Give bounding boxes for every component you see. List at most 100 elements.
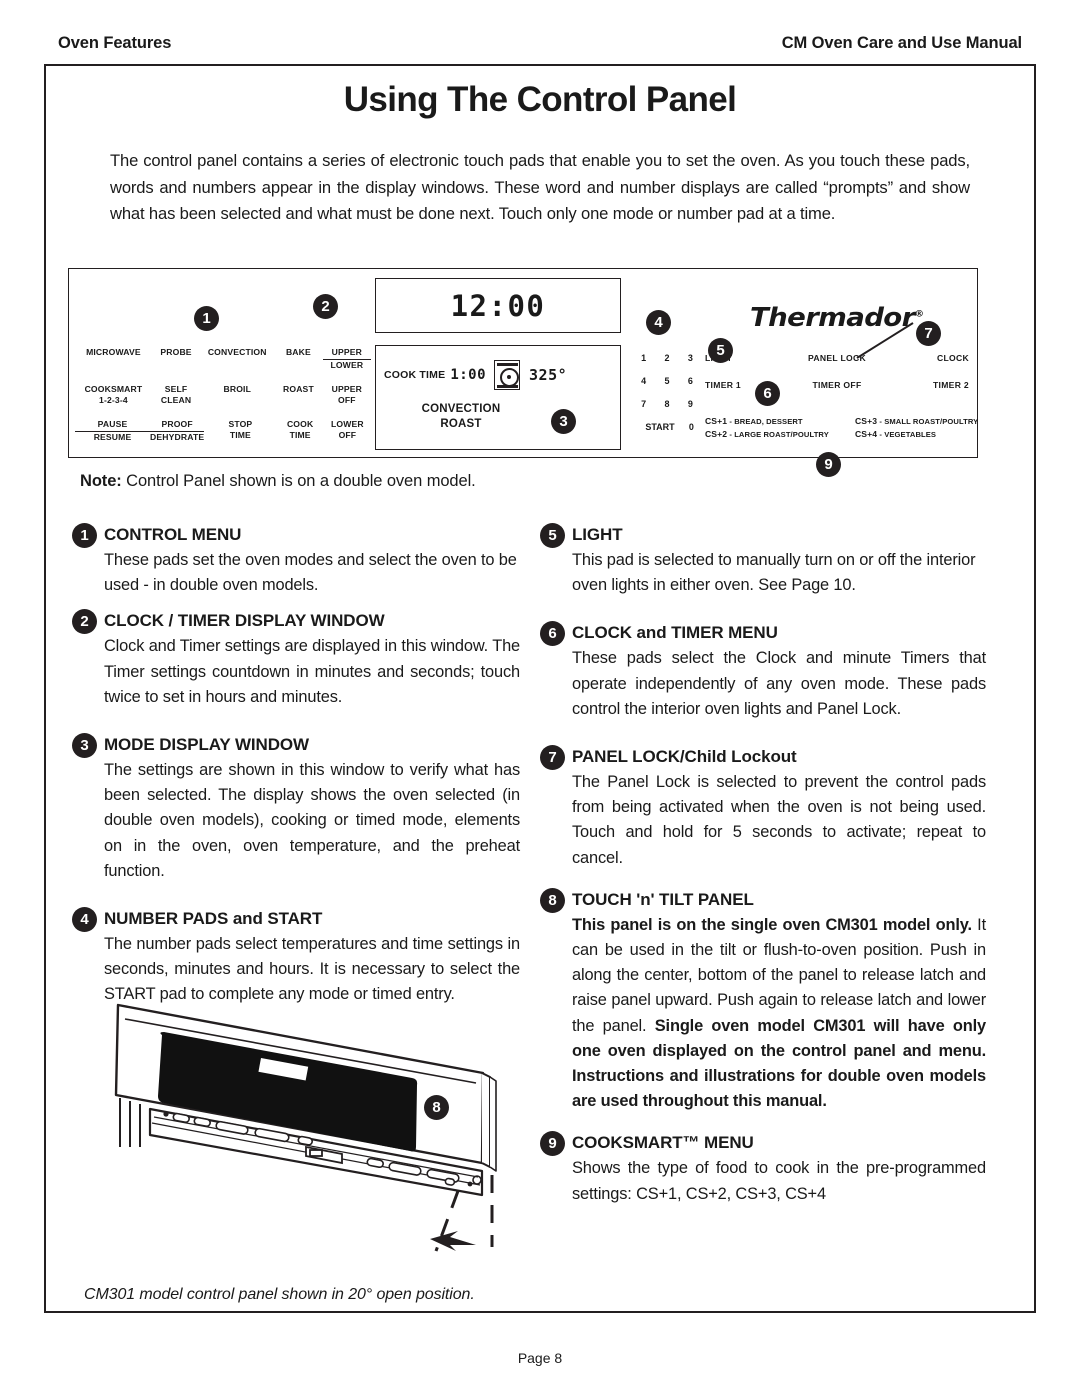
callout-badge-3: 3 (551, 409, 576, 434)
clock-timer-pads: LIGHT PANEL LOCK CLOCK TIMER 1 TIMER OFF… (705, 353, 969, 407)
num-1: 1 (641, 353, 647, 363)
list-item-5: 5 LIGHT This pad is selected to manually… (540, 522, 986, 598)
item-heading-touch-n-tilt: TOUCH 'n' TILT PANEL (572, 889, 754, 909)
pad-row: COOKSMART 1-2-3-4 SELF CLEAN BROIL ROAST … (75, 384, 371, 407)
num-5: 5 (664, 376, 670, 386)
touch-tilt-bold-lead: This panel is on the single oven CM301 m… (572, 915, 972, 934)
item-badge-9: 9 (540, 1131, 565, 1157)
callout-badge-1: 1 (194, 306, 219, 331)
figure-caption: CM301 model control panel shown in 20° o… (84, 1286, 475, 1303)
right-column: 5 LIGHT This pad is selected to manually… (540, 522, 986, 1209)
note-text: Control Panel shown is on a double oven … (121, 472, 476, 490)
item-body-clock-timer-display: Clock and Timer settings are displayed i… (104, 637, 520, 706)
pad-self-clean: SELF CLEAN (160, 383, 192, 406)
callout-badge-4: 4 (646, 310, 671, 335)
list-item-4: 4 NUMBER PADS and START The number pads … (72, 906, 520, 1008)
running-header: Oven Features CM Oven Care and Use Manua… (58, 34, 1022, 53)
pad-convection: CONVECTION (207, 347, 267, 357)
panel-note: Note: Control Panel shown is on a double… (80, 472, 476, 491)
item-badge-1: 1 (72, 523, 97, 548)
callout-badge-5: 5 (708, 338, 733, 363)
pad-cooksmart: COOKSMART 1-2-3-4 (84, 383, 143, 406)
cs-legend-line: CS+3 - SMALL ROAST/POULTRY (855, 416, 979, 426)
pad-proof-dehydrate: PROOF DEHYDRATE (150, 418, 205, 442)
pad-timer-2: TIMER 2 (932, 380, 969, 390)
item-badge-3: 3 (72, 733, 97, 759)
cs-legend-line: CS+2 - LARGE ROAST/POULTRY (705, 429, 829, 439)
item-heading-light: LIGHT (572, 525, 623, 544)
item-badge-8: 8 (540, 887, 565, 913)
numpad-row: START 0 (632, 422, 702, 432)
pad-lower-off: LOWER OFF (331, 418, 364, 441)
pad-roast: ROAST (283, 383, 314, 394)
item-body-mode-display: The settings are shown in this window to… (104, 761, 520, 880)
pad-timer-1: TIMER 1 (705, 380, 742, 390)
clock-timer-display-window: 12:00 (375, 278, 621, 333)
cook-time-label: COOK TIME (384, 369, 446, 381)
callout-badge-7: 7 (916, 321, 941, 346)
num-8: 8 (664, 399, 670, 409)
callout-badge-2: 2 (313, 294, 338, 319)
numpad-row: 4 5 6 (632, 376, 702, 386)
pad-cook-time: COOK TIME (286, 418, 314, 441)
list-item-6: 6 CLOCK and TIMER MENU These pads select… (540, 620, 986, 722)
pad-upper-off: UPPER OFF (331, 383, 362, 406)
num-0: 0 (688, 422, 694, 432)
callout-badge-6: 6 (755, 381, 780, 406)
item-badge-7: 7 (540, 745, 565, 771)
item-body-cooksmart-menu: Shows the type of food to cook in the pr… (572, 1159, 986, 1203)
item-body-control-menu: These pads set the oven modes and select… (104, 551, 517, 595)
item-body-clock-timer-menu: These pads select the Clock and minute T… (572, 649, 986, 718)
page-footer: Page 8 (517, 1350, 563, 1366)
cm301-tilt-panel-figure (114, 1003, 497, 1252)
pad-pause-resume: PAUSE RESUME (75, 419, 151, 444)
pad-upper-lower: UPPER LOWER (322, 347, 372, 372)
figure-callout-badge-8: 8 (424, 1095, 449, 1120)
item-badge-4: 4 (72, 907, 97, 933)
num-9: 9 (687, 399, 693, 409)
number-pads: 1 2 3 4 5 6 7 8 9 START 0 (632, 353, 702, 432)
num-4: 4 (641, 376, 647, 386)
mode-name: CONVECTION ROAST (421, 403, 501, 430)
item-body-light: This pad is selected to manually turn on… (572, 551, 976, 595)
thermador-logo: Thermador® (750, 303, 924, 333)
oven-temperature: 325° (529, 366, 568, 384)
pad-broil: BROIL (223, 383, 251, 394)
left-column: 1 CONTROL MENU These pads set the oven m… (72, 522, 520, 1010)
item-heading-cooksmart-menu: COOKSMART™ MENU (572, 1133, 754, 1153)
list-item-2: 2 CLOCK / TIMER DISPLAY WINDOW Clock and… (72, 608, 520, 710)
item-heading-number-pads: NUMBER PADS and START (104, 909, 323, 929)
cs-legend-line: CS+1 - BREAD, DESSERT (705, 416, 803, 426)
list-item-1: 1 CONTROL MENU These pads set the oven m… (72, 522, 520, 598)
numpad-row: 1 2 3 (632, 353, 702, 363)
numpad-row: 7 8 9 (632, 399, 702, 409)
pad-row: MICROWAVE PROBE CONVECTION BAKE UPPER LOW… (75, 347, 372, 372)
control-menu-pads: MICROWAVE PROBE CONVECTION BAKE UPPER LOW… (75, 347, 372, 444)
item-body-touch-n-tilt: This panel is on the single oven CM301 m… (572, 913, 986, 1115)
num-3: 3 (687, 353, 693, 363)
page-title: Using The Control Panel (343, 80, 737, 119)
pad-clock: CLOCK (936, 353, 969, 363)
list-item-8: 8 TOUCH 'n' TILT PANEL This panel is on … (540, 887, 986, 1115)
pad-microwave: MICROWAVE (86, 347, 141, 357)
num-2: 2 (664, 353, 670, 363)
num-start: START (645, 422, 675, 432)
item-body-panel-lock: The Panel Lock is selected to prevent th… (572, 773, 986, 867)
pad-row: PAUSE RESUME PROOF DEHYDRATE STOP TIME COOK… (75, 419, 371, 444)
list-item-9: 9 COOKSMART™ MENU Shows the type of food… (540, 1130, 986, 1206)
pad-stop-time: STOP TIME (228, 418, 253, 441)
pad-bake: BAKE (285, 347, 311, 357)
cook-time-value: 1:00 (450, 367, 487, 383)
list-item-3: 3 MODE DISPLAY WINDOW The settings are s… (72, 732, 520, 884)
item-heading-mode-display: MODE DISPLAY WINDOW (104, 735, 309, 755)
item-badge-6: 6 (540, 621, 565, 647)
item-heading-panel-lock: PANEL LOCK/Child Lockout (572, 747, 797, 767)
intro-paragraph: The control panel contains a series of e… (110, 151, 970, 223)
item-badge-2: 2 (72, 609, 97, 635)
